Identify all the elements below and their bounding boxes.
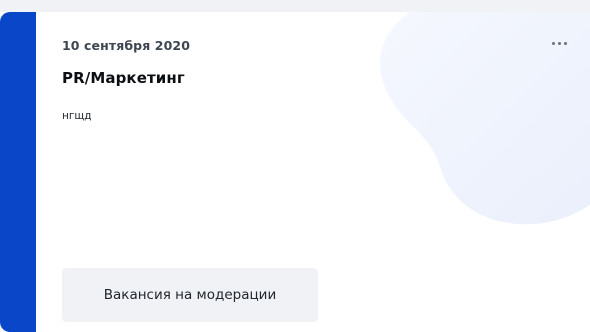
more-options-button[interactable] [549,35,571,51]
card-description: нгщд [62,110,92,122]
vacancy-card[interactable]: 10 сентября 2020 PR/Маркетинг нгщд Вакан… [0,12,590,332]
card-date: 10 сентября 2020 [62,38,190,53]
card-title: PR/Маркетинг [62,69,185,87]
ellipsis-horizontal-icon [552,42,555,45]
ellipsis-dot [564,42,567,45]
card-accent-bar [0,12,36,332]
moderation-status-button[interactable]: Вакансия на модерации [62,268,318,322]
ellipsis-dot [558,42,561,45]
